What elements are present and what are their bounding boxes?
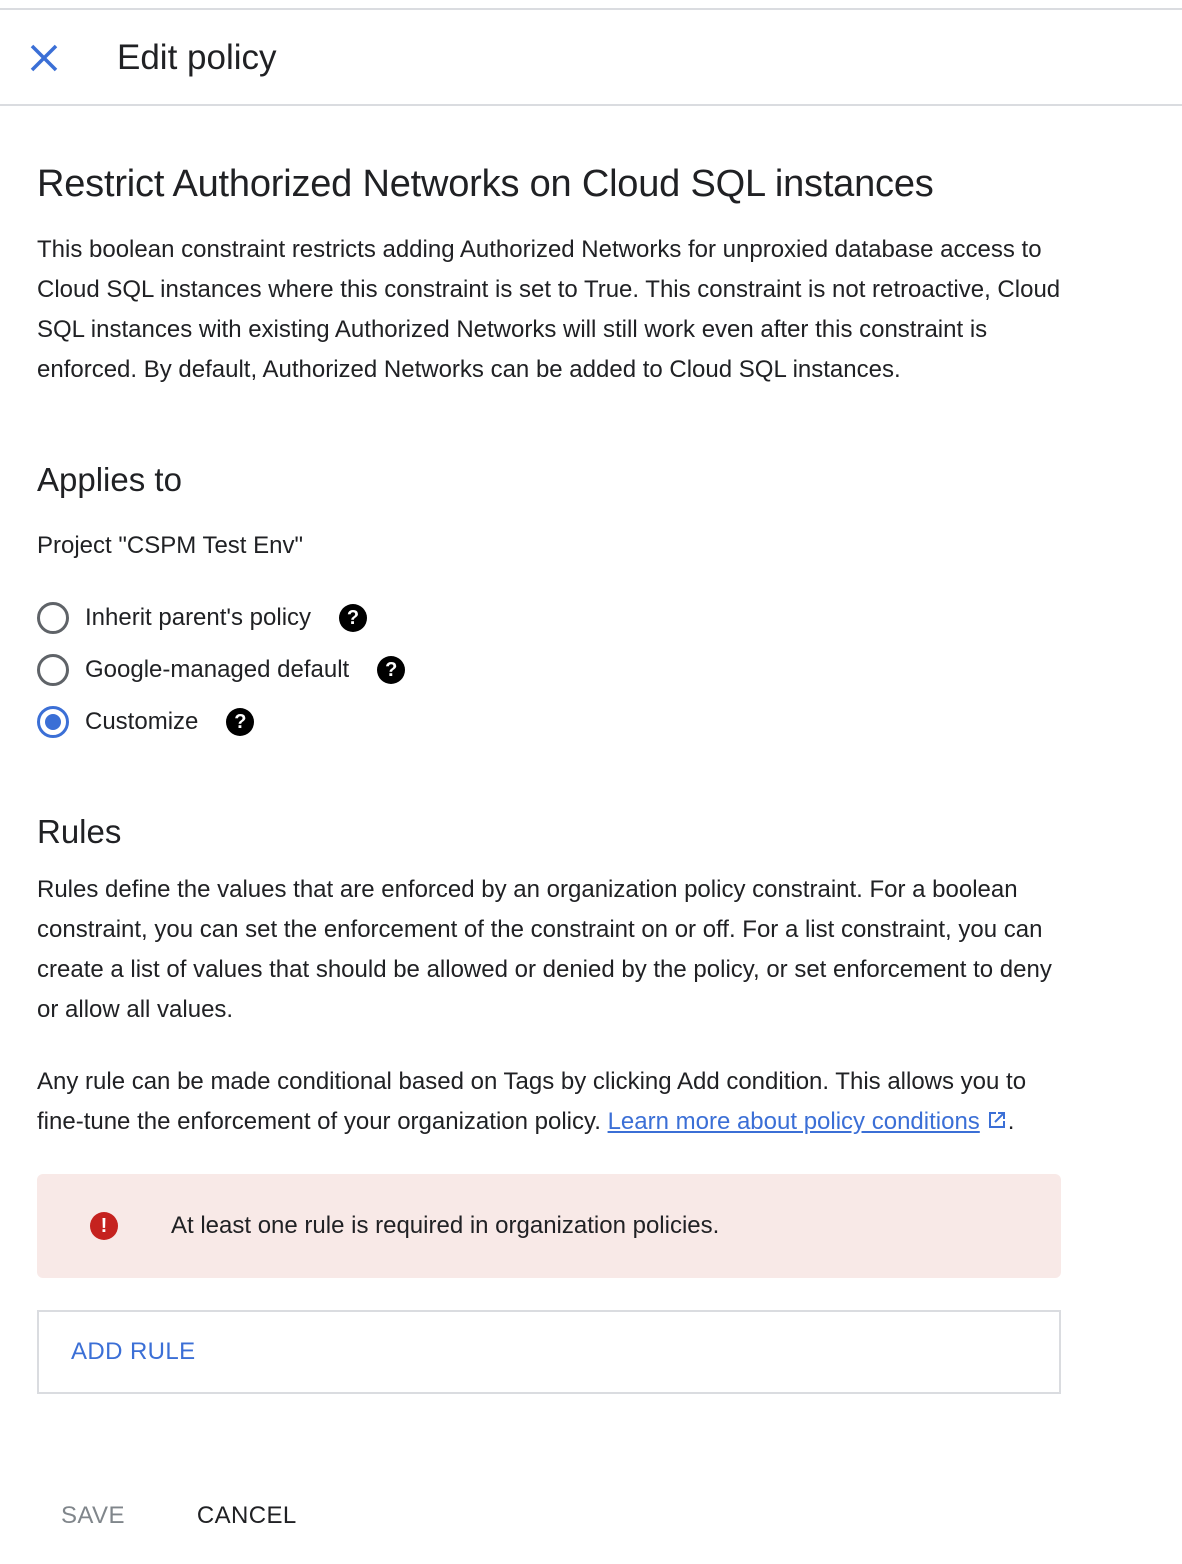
project-name: Project "CSPM Test Env" [37,532,304,559]
radio-option-google-managed[interactable]: Google-managed default ? [37,644,1061,696]
external-link-icon [988,1112,1005,1128]
rules-conditions-description: Any rule can be made conditional based o… [37,1062,1061,1142]
help-icon[interactable]: ? [377,656,406,684]
close-button[interactable] [22,36,66,80]
radio-label: Google-managed default [85,656,350,683]
help-icon[interactable]: ? [226,708,255,736]
radio-button-checked[interactable] [37,706,69,738]
dialog-footer: SAVE CANCEL [37,1494,321,1538]
radio-dot [45,714,61,730]
save-button[interactable]: SAVE [37,1494,149,1538]
radio-label: Inherit parent's policy [85,604,312,631]
learn-more-link[interactable]: Learn more about policy conditions [608,1108,1008,1135]
error-banner: ! At least one rule is required in organ… [37,1174,1061,1278]
radio-option-customize[interactable]: Customize ? [37,696,1061,748]
error-icon: ! [90,1212,118,1240]
cancel-button[interactable]: CANCEL [173,1494,321,1538]
close-icon [30,44,58,72]
error-message: At least one rule is required in organiz… [171,1212,720,1239]
rules-heading: Rules [37,813,122,850]
policy-source-radio-group: Inherit parent's policy ? Google-managed… [37,592,1061,748]
radio-button[interactable] [37,654,69,686]
period: . [1007,1108,1015,1135]
learn-more-link-text: Learn more about policy conditions [607,1108,980,1135]
policy-title: Restrict Authorized Networks on Cloud SQ… [37,163,934,205]
add-rule-button[interactable]: ADD RULE [71,1338,196,1366]
dialog-header: Edit policy [0,10,1182,106]
radio-label: Customize [85,708,199,735]
dialog-title: Edit policy [117,38,277,77]
dialog-content: Restrict Authorized Networks on Cloud SQ… [37,160,1061,1394]
radio-option-inherit[interactable]: Inherit parent's policy ? [37,592,1061,644]
help-icon[interactable]: ? [339,604,368,632]
rules-description: Rules define the values that are enforce… [37,876,1052,1023]
add-rule-container: ADD RULE [37,1310,1061,1394]
radio-button[interactable] [37,602,69,634]
policy-description: This boolean constraint restricts adding… [37,236,1061,383]
applies-to-heading: Applies to [37,461,182,498]
